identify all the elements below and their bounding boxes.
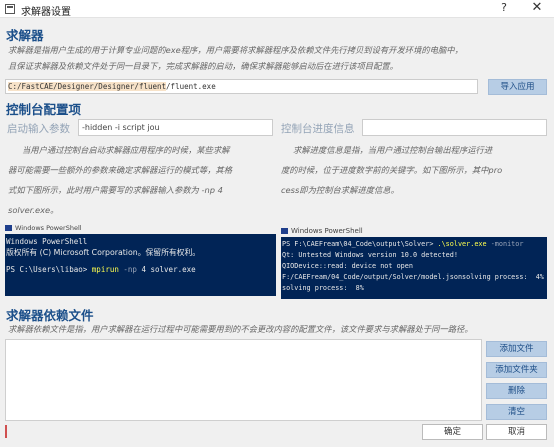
console-heading: 控制台配置项 xyxy=(6,102,82,117)
clear-button[interactable]: 清空 xyxy=(486,404,547,420)
add-file-button[interactable]: 添加文件 xyxy=(486,341,547,357)
ps-right-line: solving process: 8% xyxy=(282,284,364,292)
ps-right-line: Qt: Untested Windows version 10.0 detect… xyxy=(282,251,458,259)
progress-desc-1: 求解进度信息是指，当用户通过控制台输出程序运行进 xyxy=(293,145,493,155)
close-button[interactable]: ✕ xyxy=(527,0,547,16)
startup-params-input[interactable]: -hidden -i script jou xyxy=(78,119,273,136)
ps-left-line: Windows PowerShell xyxy=(6,237,88,246)
import-app-button[interactable]: 导入应用 xyxy=(488,79,547,95)
title-bar: 求解器设置 ? ✕ xyxy=(0,0,554,18)
ps-right-titlebar: Windows PowerShell xyxy=(281,226,547,237)
progress-desc-2: 度的时候，位于进度数字前的关键字。如下图所示，其中pro xyxy=(281,165,503,175)
deps-file-list[interactable] xyxy=(5,339,482,421)
window-title: 求解器设置 xyxy=(21,7,71,18)
ps-right-cmd: .\solver.exe xyxy=(437,240,487,248)
ps-left-prompt: PS C:\Users\libao> xyxy=(6,265,92,274)
ps-right-console: PS F:\CAEFream\04_Code\output\Solver> .\… xyxy=(281,237,547,299)
status-indicator xyxy=(5,425,7,438)
ps-left-cmd: mpirun xyxy=(91,265,119,274)
ps-right-line: F:/CAEFream/04_Code/output/Solver/model.… xyxy=(282,273,544,281)
solver-description-1: 求解器是指用户生成的用于计算专业问题的exe程序，用户需要将求解器程序及依赖文件… xyxy=(8,45,463,55)
ps-left-title: Windows PowerShell xyxy=(15,224,82,232)
ps-left-titlebar: Windows PowerShell xyxy=(5,223,275,234)
progress-info-label: 控制台进度信息 xyxy=(281,123,355,135)
powershell-icon xyxy=(281,228,288,234)
solver-description-2: 且保证求解器及依赖文件处于同一目录下，完成求解器的启动，确保求解器能够启动后在进… xyxy=(8,61,398,71)
startup-desc-4: solver.exe。 xyxy=(8,205,59,215)
ps-left-arg1: -np xyxy=(118,265,137,274)
solver-path-highlight: C:/FastCAE/Designer/Designer/fluent xyxy=(8,82,167,91)
startup-desc-2: 器可能需要一些额外的参数来确定求解器运行的模式等，其格 xyxy=(8,165,233,175)
startup-params-label: 启动输入参数 xyxy=(7,123,70,135)
ps-right-command-line: PS F:\CAEFream\04_Code\output\Solver> .\… xyxy=(282,239,546,250)
ps-left-console: Windows PowerShell 版权所有 (C) Microsoft Co… xyxy=(5,234,276,296)
powershell-icon xyxy=(5,225,12,231)
progress-desc-3: cess即为控制台求解进度信息。 xyxy=(281,185,399,195)
add-folder-button[interactable]: 添加文件夹 xyxy=(486,362,547,378)
ps-right-title: Windows PowerShell xyxy=(291,227,363,235)
ps-left-line: 版权所有 (C) Microsoft Corporation。保留所有权利。 xyxy=(6,248,201,257)
ps-right-prompt: PS F:\CAEFream\04_Code\output\Solver> xyxy=(282,240,438,248)
app-icon xyxy=(5,4,15,14)
cancel-button[interactable]: 取消 xyxy=(486,424,547,440)
progress-info-input[interactable] xyxy=(362,119,547,136)
solver-path-rest: /fluent.exe xyxy=(166,82,216,91)
help-button[interactable]: ? xyxy=(496,1,512,16)
ps-right-flag: -monitor xyxy=(486,240,524,248)
startup-desc-3: 式如下图所示，此时用户需要写的求解器输入参数为 -np 4 xyxy=(8,185,223,195)
delete-button[interactable]: 删除 xyxy=(486,383,547,399)
ok-button[interactable]: 确定 xyxy=(422,424,483,440)
ps-right-line: QIODevice::read: device not open xyxy=(282,262,413,270)
solver-path-field[interactable]: C:/FastCAE/Designer/Designer/fluent/flue… xyxy=(5,79,478,94)
ps-left-arg2: 4 solver.exe xyxy=(136,265,196,274)
startup-desc-1: 当用户通过控制台启动求解器应用程序的时候，某些求解 xyxy=(22,145,230,155)
ps-left-command-line: PS C:\Users\libao> mpirun -np 4 solver.e… xyxy=(6,264,275,275)
deps-description: 求解器依赖文件是指，用户求解器在运行过程中可能需要用到的不会更改内容的配置文件，… xyxy=(8,324,473,334)
